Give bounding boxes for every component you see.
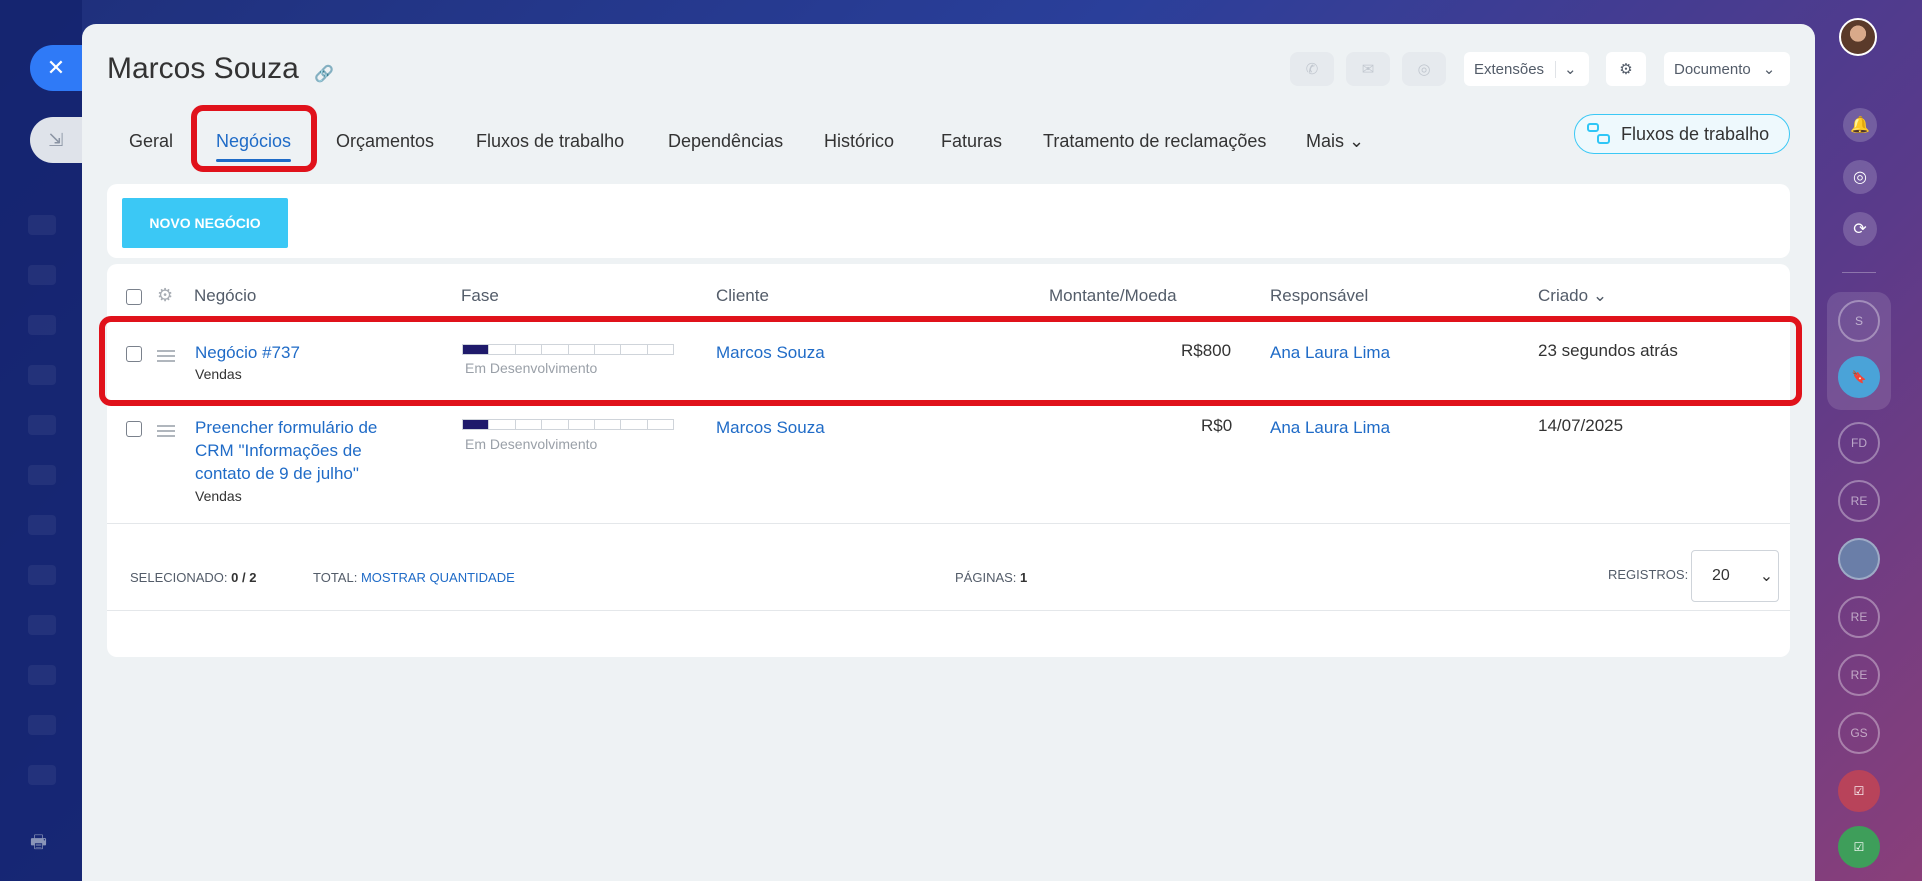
target-icon[interactable]: ◎ [1843,160,1877,194]
bookmark-icon[interactable]: 🔖 [1838,356,1880,398]
contact-bubble[interactable]: RE [1838,480,1880,522]
ghost-item [28,565,56,585]
contact-bubble[interactable]: RE [1838,654,1880,696]
responsible-link[interactable]: Ana Laura Lima [1270,416,1390,439]
document-label: Documento [1674,60,1751,78]
column-header-montante[interactable]: Montante/Moeda [1049,286,1177,306]
ghost-item [28,215,56,235]
records-label: REGISTROS: [1608,567,1689,582]
tab-faturas[interactable]: Faturas [941,124,1002,158]
task-icon[interactable]: ☑ [1838,770,1880,812]
highlight-row [99,316,1802,406]
records-per-page-select[interactable]: 20 ⌄ [1691,550,1779,602]
ghost-item [28,265,56,285]
tab-tratamento-de-reclamacoes[interactable]: Tratamento de reclamações [1043,124,1266,158]
contact-bubble[interactable]: GS [1838,712,1880,754]
new-deal-button[interactable]: NOVO NEGÓCIO [122,198,288,248]
created-date: 14/07/2025 [1538,416,1624,435]
close-icon: ✕ [46,55,66,80]
deal-title-link-line-1[interactable]: Preencher formulário de [195,416,377,439]
divider [1842,272,1876,273]
link-icon[interactable]: 🔗 [314,64,334,84]
divider [107,523,1790,524]
extensions-dropdown[interactable]: Extensões ⌄ [1464,52,1589,86]
phone-icon[interactable]: ✆ [1290,52,1334,86]
tab-mais[interactable]: Mais ⌄ [1306,124,1364,158]
tab-fluxos-de-trabalho[interactable]: Fluxos de trabalho [476,124,624,158]
deal-amount: R$0 [1201,416,1233,435]
client-link[interactable]: Marcos Souza [716,416,825,439]
workflow-icon [1587,123,1611,145]
column-header-criado[interactable]: Criado ⌄ [1538,286,1607,306]
stage-label: Em Desenvolvimento [465,436,598,452]
tab-historico[interactable]: Histórico [824,124,894,158]
column-header-cliente[interactable]: Cliente [716,286,769,306]
avatar[interactable] [1839,18,1877,56]
tab-orcamentos[interactable]: Orçamentos [336,124,434,158]
show-quantity-link[interactable]: MOSTRAR QUANTIDADE [361,570,515,585]
chat-icon[interactable]: ◎ [1402,52,1446,86]
total-count: TOTAL: MOSTRAR QUANTIDADE [313,570,515,585]
bell-icon[interactable]: 🔔 [1843,108,1877,142]
ghost-item [28,515,56,535]
workflows-label: Fluxos de trabalho [1621,123,1770,144]
ghost-item [28,665,56,685]
contact-bubble[interactable]: FD [1838,422,1880,464]
column-header-fase[interactable]: Fase [461,286,499,306]
contact-bubble[interactable]: RE [1838,596,1880,638]
ghost-item [28,415,56,435]
page-title: Marcos Souza [107,52,299,85]
divider [107,610,1790,611]
column-header-responsavel[interactable]: Responsável [1270,286,1368,306]
task-done-icon[interactable]: ☑ [1838,826,1880,868]
deals-table: ⚙ Negócio Fase Cliente Montante/Moeda Re… [99,264,1802,657]
drag-handle-icon[interactable] [157,425,175,437]
ghost-item [28,465,56,485]
close-button[interactable]: ✕ [30,45,82,91]
pages-count: PÁGINAS: 1 [955,570,1028,585]
deal-panel: Marcos Souza 🔗 ✆ ✉ ◎ Extensões ⌄ ⚙ Docum… [82,24,1815,881]
contact-avatar[interactable] [1838,538,1880,580]
row-checkbox[interactable] [126,421,142,437]
workflows-button[interactable]: Fluxos de trabalho [1574,114,1790,154]
document-dropdown[interactable]: Documento ⌄ [1664,52,1790,86]
ghost-item [28,365,56,385]
tab-geral[interactable]: Geral [129,124,173,158]
deal-title-link-line-2[interactable]: CRM "Informações de [195,439,362,462]
column-header-negocio[interactable]: Negócio [194,286,256,306]
ghost-item [28,615,56,635]
toolbar-card: NOVO NEGÓCIO [107,184,1790,258]
stage-progress-bar[interactable] [462,419,674,430]
minimize-icon: ⇲ [48,129,64,150]
ghost-item [28,315,56,335]
selected-count: SELECIONADO: 0 / 2 [130,570,257,585]
print-icon[interactable]: 🖶 [30,830,52,852]
mail-icon[interactable]: ✉ [1346,52,1390,86]
tab-dependencias[interactable]: Dependências [668,124,783,158]
gear-icon: ⚙ [1619,61,1633,78]
deal-title-link-line-3[interactable]: contato de 9 de julho" [195,462,359,485]
deal-pipeline: Vendas [195,488,242,504]
extensions-label: Extensões [1464,60,1556,78]
chevron-down-icon: ⌄ [1759,568,1774,585]
minimize-button[interactable]: ⇲ [30,117,82,163]
contact-bubble[interactable]: S [1838,300,1880,342]
ghost-item [28,765,56,785]
sync-icon[interactable]: ⟳ [1843,212,1877,246]
settings-button[interactable]: ⚙ [1606,52,1646,86]
column-settings-icon[interactable]: ⚙ [157,285,173,306]
records-value: 20 [1712,567,1730,584]
select-all-checkbox[interactable] [126,289,142,305]
chevron-down-icon: ⌄ [1564,61,1577,78]
ghost-item [28,715,56,735]
chevron-down-icon: ⌄ [1762,61,1776,78]
highlight-tab [191,105,317,172]
